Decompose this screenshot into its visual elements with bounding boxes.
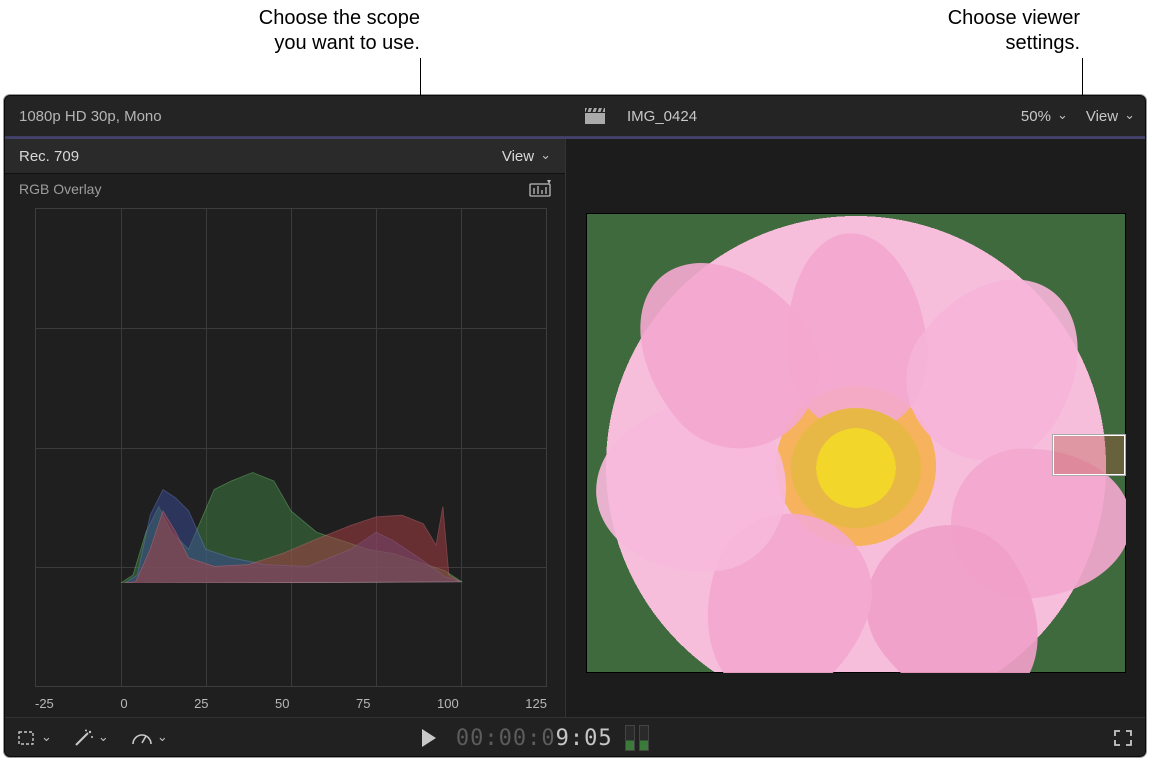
viewer-topbar: 1080p HD 30p, Mono IMG_0424 50% View — [5, 96, 1145, 137]
scope-settings-button[interactable] — [529, 180, 551, 198]
callout-viewer: Choose viewer settings. — [948, 6, 1080, 56]
axis-tick: 125 — [525, 696, 547, 711]
chevron-down-icon — [540, 148, 551, 165]
scope-mode-label: RGB Overlay — [19, 181, 101, 197]
scope-view-label: View — [502, 148, 534, 165]
view-label: View — [1086, 108, 1118, 125]
clip-name-label: IMG_0424 — [627, 108, 697, 125]
scope-panel: Rec. 709 View RGB Overlay — [5, 139, 565, 717]
viewer-canvas[interactable] — [566, 139, 1145, 717]
axis-tick: 50 — [275, 696, 289, 711]
axis-tick: 100 — [437, 696, 459, 711]
viewer-panel — [565, 139, 1145, 717]
clapper-icon — [585, 108, 605, 124]
chevron-down-icon — [1124, 108, 1135, 125]
histogram-axis: -25 0 25 50 75 100 125 — [35, 696, 547, 711]
callout-leader — [1082, 58, 1083, 96]
scope-view-dropdown[interactable]: View — [502, 148, 551, 165]
video-editor-window: 1080p HD 30p, Mono IMG_0424 50% View Rec… — [4, 95, 1146, 757]
enhance-tool-button[interactable] — [74, 729, 109, 747]
histogram: -25 0 25 50 75 100 125 — [5, 204, 565, 717]
audio-meters — [625, 725, 649, 751]
timecode-bright: 9:05 — [556, 726, 613, 751]
axis-tick: 75 — [356, 696, 370, 711]
chevron-down-icon — [157, 730, 168, 747]
callout-scope: Choose the scope you want to use. — [259, 6, 420, 56]
color-space-label: Rec. 709 — [19, 148, 79, 165]
zoom-dropdown[interactable]: 50% — [1021, 108, 1068, 125]
play-button[interactable] — [422, 729, 438, 747]
chevron-down-icon — [41, 730, 52, 747]
axis-tick: -25 — [35, 696, 54, 711]
axis-tick: 0 — [120, 696, 127, 711]
chevron-down-icon — [1057, 108, 1068, 125]
transform-tool-button[interactable] — [17, 730, 52, 747]
pip-overlay[interactable] — [1052, 434, 1126, 476]
axis-tick: 25 — [194, 696, 208, 711]
timecode-dim: 00:00:0 — [456, 726, 556, 751]
preview-image — [586, 213, 1126, 673]
fullscreen-button[interactable] — [1113, 729, 1133, 747]
transport-bar: 00:00:09:05 — [5, 717, 1145, 757]
viewer-view-dropdown[interactable]: View — [1086, 108, 1135, 125]
retime-tool-button[interactable] — [131, 730, 168, 747]
rgb-overlay-chart — [35, 208, 547, 583]
zoom-value: 50% — [1021, 108, 1051, 125]
chevron-down-icon — [98, 730, 109, 747]
format-label: 1080p HD 30p, Mono — [19, 108, 162, 125]
